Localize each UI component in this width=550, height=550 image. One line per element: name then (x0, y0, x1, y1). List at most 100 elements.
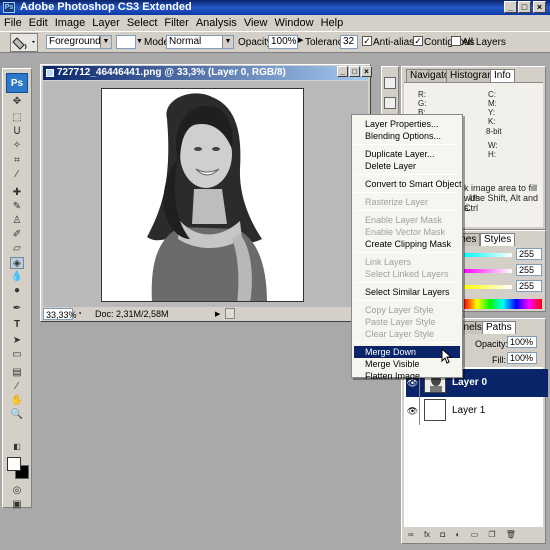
scroll-left-button[interactable] (225, 308, 235, 319)
close-button[interactable]: × (533, 1, 546, 13)
pattern-dropdown-icon[interactable]: ▼ (136, 35, 143, 49)
adjustment-layer-icon[interactable]: ◐ (455, 530, 460, 539)
document-window: 727712_46446441.png @ 33,3% (Layer 0, RG… (40, 64, 372, 322)
eraser-tool-icon[interactable]: ▱ (10, 243, 24, 255)
opacity-slider-icon[interactable]: ▶ (298, 36, 303, 44)
pen-tool-icon[interactable]: ✒ (10, 303, 24, 315)
context-menu-item-delete-layer[interactable]: Delete Layer (354, 160, 460, 172)
zoom-level-field[interactable]: 33,33% (43, 308, 77, 320)
info-y-label: Y: (488, 108, 496, 117)
maximize-button[interactable]: □ (518, 1, 531, 13)
context-menu-item-create-clipping-mask[interactable]: Create Clipping Mask (354, 238, 460, 250)
shape-tool-icon[interactable]: ▭ (10, 349, 24, 361)
layer-style-icon[interactable]: fx (424, 530, 430, 539)
info-depth-right: 8-bit (486, 127, 502, 136)
doc-minimize-button[interactable]: _ (337, 66, 348, 77)
crop-tool-icon[interactable]: ⌗ (10, 155, 24, 167)
screen-mode-icon[interactable]: ▣ (10, 499, 24, 511)
red-slider[interactable] (464, 253, 512, 257)
hand-tool-icon[interactable]: ✋ (10, 395, 24, 407)
context-menu-item-rasterize-layer: Rasterize Layer (365, 197, 429, 207)
history-panel-icon[interactable] (384, 77, 396, 89)
actions-panel-icon[interactable] (384, 97, 396, 109)
menu-view[interactable]: View (240, 15, 271, 31)
notes-tool-icon[interactable]: ▤ (10, 367, 24, 379)
tolerance-input[interactable]: 32 (340, 35, 358, 49)
layer-fill-input[interactable]: 100% (507, 352, 537, 364)
doc-close-button[interactable]: × (361, 66, 372, 77)
quick-mask-icon[interactable]: ◎ (10, 485, 24, 497)
green-slider[interactable] (464, 269, 512, 273)
blue-value-input[interactable]: 255 (516, 280, 542, 292)
context-menu-item-layer-properties[interactable]: Layer Properties... (354, 118, 460, 130)
lasso-tool-icon[interactable]: ᑌ (10, 126, 24, 138)
menu-separator (355, 300, 459, 301)
tool-preset-picker[interactable] (10, 33, 38, 52)
context-menu-item-duplicate-layer[interactable]: Duplicate Layer... (354, 148, 460, 160)
menu-filter[interactable]: Filter (160, 15, 191, 31)
delete-layer-icon[interactable]: 🗑 (506, 530, 516, 539)
menu-window[interactable]: Window (270, 15, 316, 31)
brush-tool-icon[interactable]: ✎ (10, 201, 24, 213)
eyedropper-tool-icon[interactable]: ⁄ (10, 381, 24, 393)
green-value-input[interactable]: 255 (516, 264, 542, 276)
healing-brush-tool-icon[interactable]: ✚ (10, 187, 24, 199)
menu-analysis[interactable]: Analysis (192, 15, 240, 31)
move-tool-icon[interactable]: ✥ (10, 96, 24, 108)
blue-slider[interactable] (464, 285, 512, 289)
marquee-tool-icon[interactable]: ⬚ (10, 112, 24, 124)
color-spectrum-ramp[interactable] (464, 299, 542, 309)
all-layers-checkbox[interactable] (451, 36, 461, 46)
new-layer-icon[interactable]: ❐ (488, 530, 495, 539)
path-selection-tool-icon[interactable]: ➤ (10, 335, 24, 347)
foreground-color-swatch[interactable] (7, 457, 21, 471)
slice-tool-icon[interactable]: ⁄ (10, 169, 24, 181)
clone-stamp-tool-icon[interactable]: ♙ (10, 215, 24, 227)
menu-separator (355, 192, 459, 193)
photo-canvas[interactable] (101, 88, 304, 302)
layers-footer: ∞ fx ◘ ◐ ▭ ❐ 🗑 (404, 529, 543, 541)
menu-edit[interactable]: Edit (25, 15, 51, 31)
history-brush-tool-icon[interactable]: ✐ (10, 229, 24, 241)
magic-wand-tool-icon[interactable]: ✧ (10, 140, 24, 152)
menu-select[interactable]: Select (123, 15, 161, 31)
default-colors-icon[interactable]: ◧ (10, 441, 24, 453)
contiguous-checkbox[interactable]: ✓ (413, 36, 423, 46)
context-menu-item-blending-options[interactable]: Blending Options... (354, 130, 460, 142)
tab-styles[interactable]: Styles (480, 233, 516, 246)
zoom-tool-icon[interactable]: 🔍 (10, 409, 24, 421)
fill-source-select[interactable]: Foreground ▼ (46, 35, 112, 49)
status-arrow-icon[interactable]: ▶ (215, 309, 220, 321)
document-title: 727712_46446441.png @ 33,3% (Layer 0, RG… (57, 67, 286, 78)
mode-select[interactable]: Normal ▼ (166, 35, 234, 49)
tools-palette: Ps ✥ ⬚ ᑌ ✧ ⌗ ⁄ ✚ ✎ ♙ ✐ ▱ ◈ 💧 ● ✒ T ➤ ▭ ▤… (2, 68, 32, 511)
type-tool-icon[interactable]: T (10, 319, 24, 331)
minimize-button[interactable]: _ (504, 1, 517, 13)
dodge-tool-icon[interactable]: ● (10, 285, 24, 297)
context-menu-item-convert-to-smart-object[interactable]: Convert to Smart Object (354, 178, 462, 190)
menu-file[interactable]: File (0, 15, 25, 31)
menu-image[interactable]: Image (51, 15, 89, 31)
context-menu-item-enable-layer-mask: Enable Layer Mask (365, 215, 443, 225)
doc-maximize-button[interactable]: □ (349, 66, 360, 77)
tab-paths[interactable]: Paths (482, 321, 516, 334)
context-menu-item-flatten-image[interactable]: Flatten Image (354, 370, 460, 382)
antialias-checkbox[interactable]: ✓ (362, 36, 372, 46)
menu-layer[interactable]: Layer (88, 15, 123, 31)
canvas-area[interactable] (43, 81, 368, 307)
layer-row-1[interactable]: 👁 Layer 1 (406, 397, 548, 425)
paint-bucket-tool-icon[interactable]: ◈ (10, 257, 24, 269)
tab-info[interactable]: Info (490, 69, 515, 82)
pattern-picker[interactable] (116, 35, 136, 49)
opacity-input[interactable]: 100% (268, 35, 298, 49)
menu-help[interactable]: Help (317, 15, 347, 31)
eye-icon[interactable]: 👁 (406, 397, 420, 425)
info-c-label: C: (488, 90, 496, 99)
context-menu-item-select-similar-layers[interactable]: Select Similar Layers (354, 286, 460, 298)
layer-opacity-input[interactable]: 100% (507, 336, 537, 348)
link-layers-icon[interactable]: ∞ (408, 530, 414, 539)
red-value-input[interactable]: 255 (516, 248, 542, 260)
layer-mask-icon[interactable]: ◘ (440, 530, 445, 539)
blur-tool-icon[interactable]: 💧 (10, 271, 24, 283)
new-group-icon[interactable]: ▭ (471, 530, 479, 539)
